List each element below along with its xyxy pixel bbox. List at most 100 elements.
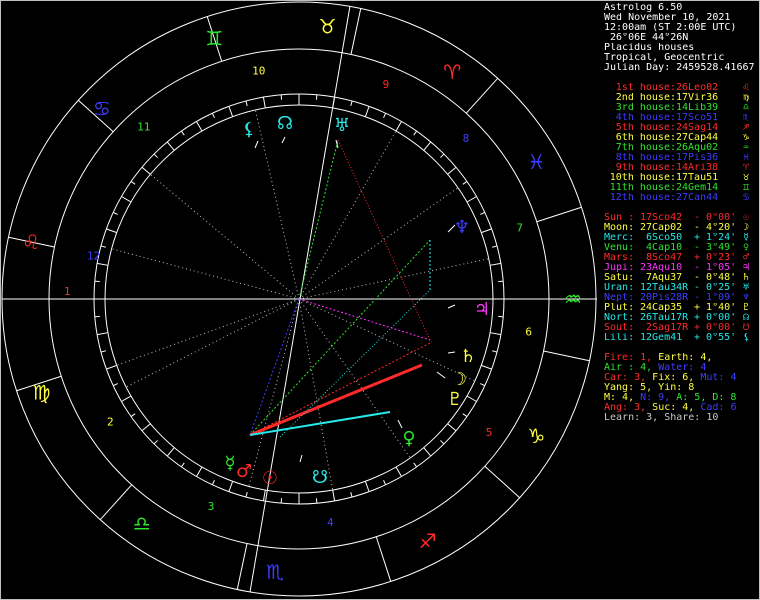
planet-name: Moon: [604,223,635,233]
degree-tick [97,332,109,336]
planet-icon: ♄ [460,346,476,367]
house-cusp-value: 17Tau51 [676,173,719,183]
planet-position: 27Cap02 [640,223,683,233]
planet-latitude: + 1°40' [688,303,737,313]
stats-segment: Earth: 4, [658,353,713,363]
degree-tick [196,466,203,477]
zodiac-sign-icon: ♉ [319,15,337,39]
degree-tick [364,106,370,117]
degree-tick [181,462,185,468]
stats-segment: A: 5, [676,393,713,403]
sign-divider [536,206,582,223]
degree-tick [130,181,136,185]
planet-icon: ♃ [743,263,750,273]
degree-tick [492,350,498,353]
house-number: 1 [64,285,71,298]
stats-segment: M: 4, [604,393,641,403]
aspect-line [298,298,431,341]
planet-icon: ♆ [743,293,750,303]
chart-location: 26°06E 44°26N [604,33,689,43]
house-number: 12 [87,249,100,262]
stats-segment: Yang: 5, Yin: 8 [604,383,695,393]
planet-icon: ♇ [743,303,750,313]
sign-icon: ♋ [743,193,750,203]
degree-tick [106,364,117,370]
house-number: 9 [383,78,390,91]
stats-row: Yang: 5, Yin: 8 [604,383,758,393]
house-number: 5 [486,426,493,439]
degree-tick [121,395,132,402]
planet-position: 23Aqu10 [640,263,683,273]
degree-tick [489,332,501,336]
degree-tick [350,100,353,106]
degree-tick [211,480,215,486]
degree-tick [166,447,175,457]
planet-pointer [397,419,403,429]
sign-icon: ♓ [743,153,750,163]
house-cusp-value: 17Sco51 [676,113,719,123]
house-cusp-line [298,298,476,382]
zodiac-sign-icon: ♈ [443,60,461,84]
degree-tick [364,481,370,492]
house-cusp-row: 1st house:26Leo02 ♌ [604,83,758,93]
planet-row: Lili: 12Gem41 + 0°55' ⚸ [604,333,758,343]
aspect-line [249,298,300,436]
zodiac-sign-icon: ♌ [22,230,40,254]
planet-icon: ☉ [743,213,750,223]
degree-tick [100,245,106,248]
planet-icon: ♀ [743,243,750,253]
degree-tick [100,350,106,353]
degree-tick [332,489,336,501]
stats-segment: Fix: 6, [652,373,701,383]
sign-divider [484,465,521,499]
house-cusp-row: 9th house:14Ari38 ♈ [604,163,758,173]
planet-icon: ♄ [743,273,750,283]
house-cusp-list: 1st house:26Leo02 ♌ 2nd house:17Vir36 ♍ 3rd … [604,83,758,203]
house-cusp-row: 7th house:26Aqu02 ♒ [604,143,758,153]
zodiac-type: Tropical, Geocentric [604,53,725,63]
sign-icon: ♈ [743,163,750,173]
degree-tick [395,121,402,132]
house-cusp-row: 6th house:27Cap44 ♑ [604,133,758,143]
planet-position: 4Cap10 [640,243,683,253]
house-number: 10 [252,65,265,78]
degree-tick [141,166,151,175]
planet-icon: ☽ [743,223,750,233]
stats-segment: Car: 3, [604,373,653,383]
planet-latitude: - 1°05' [688,263,737,273]
planet-position: 26Tau17R [640,313,689,323]
degree-tick [481,364,492,370]
zodiac-sign-icon: ♋ [93,97,111,121]
degree-tick [492,245,498,248]
house-cusp-row: 10th house:17Tau51 ♉ [604,173,758,183]
planet-name: Sout: [604,323,635,333]
stats-row: Car: 3, Fix: 6, Mut: 4 [604,373,758,383]
planet-pointer [299,454,303,463]
planet-icon: ♅ [743,283,750,293]
degree-tick [245,492,248,498]
degree-tick [423,141,432,151]
planet-row: Moon: 27Cap02 - 4°20' ☽ [604,223,758,233]
zodiac-sign-icon: ♐ [419,529,437,553]
chart-date: Wed November 10, 2021 [604,13,731,23]
house-cusp-line [125,298,300,388]
house-cusp-line [254,109,300,300]
sign-icon: ♐ [743,123,750,133]
stats-segment: D: 8 [712,393,737,403]
zodiac-sign-icon: ♊ [205,26,223,50]
planet-position: 2Sag17R [640,323,689,333]
planet-icon: ☊ [277,113,293,134]
house-cusp-value: 17Vir36 [676,93,719,103]
house-cusp-row: 3rd house:14Lib39 ♎ [604,103,758,113]
degree-tick [112,211,118,215]
planet-icon: ♆ [454,217,470,238]
degree-tick [121,196,132,203]
planet-latitude: - 0°48' [688,273,737,283]
planet-name: Satu: [604,273,635,283]
house-label: 2nd house: [615,93,676,103]
stats-segment: Learn: 3, Share: 10 [604,413,719,423]
sign-divider [236,543,248,590]
sign-icon: ♑ [743,133,750,143]
sign-icon: ♏ [743,113,750,123]
planet-position: 20Pis28R [640,293,689,303]
